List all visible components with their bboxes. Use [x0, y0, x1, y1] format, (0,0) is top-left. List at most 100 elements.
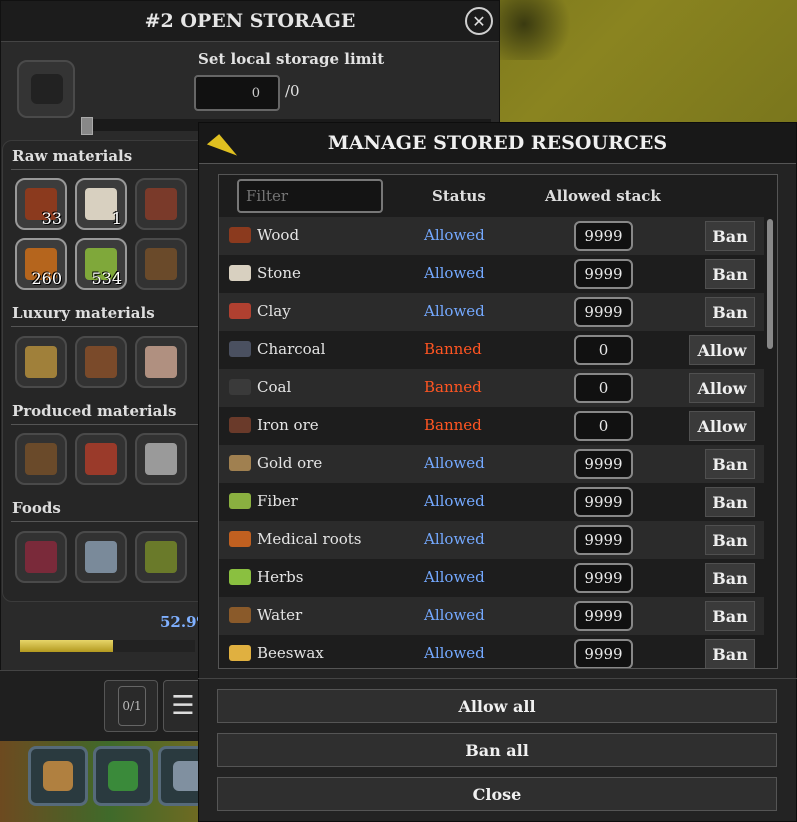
resource-slot[interactable] [75, 531, 127, 583]
slider-handle[interactable] [81, 117, 93, 135]
allow-button[interactable]: Allow [689, 411, 755, 441]
furniture-icon [85, 346, 117, 378]
table-row: Wood Allowed 9999 Ban [219, 217, 764, 255]
build-icon [43, 761, 73, 791]
worker-count-button[interactable]: 0/1 [104, 680, 158, 732]
column-allowed-stack: Allowed stack [545, 187, 661, 205]
clay-icon [229, 303, 251, 319]
resource-slot[interactable] [15, 433, 67, 485]
gather-tool-button[interactable] [93, 746, 153, 806]
resource-slot[interactable]: 1 [75, 178, 127, 230]
divider [198, 678, 797, 679]
filter-input[interactable] [237, 179, 383, 213]
close-button[interactable]: Close [217, 777, 777, 811]
menu-icon[interactable]: ☰ [163, 680, 203, 732]
ban-button[interactable]: Ban [705, 525, 755, 555]
resource-status: Allowed [424, 644, 485, 662]
resource-slot[interactable] [75, 433, 127, 485]
allowed-stack-input[interactable]: 9999 [574, 259, 633, 289]
resource-name: Iron ore [257, 416, 319, 434]
allowed-stack-input[interactable]: 9999 [574, 221, 633, 251]
resource-name: Gold ore [257, 454, 323, 472]
gold-ore-icon [229, 455, 251, 471]
ban-button[interactable]: Ban [705, 563, 755, 593]
storage-limit-max: /0 [285, 82, 300, 100]
allowed-stack-input[interactable]: 9999 [574, 525, 633, 555]
resource-name: Clay [257, 302, 291, 320]
resource-slot[interactable] [135, 336, 187, 388]
ban-button[interactable]: Ban [705, 639, 755, 668]
resource-status: Allowed [424, 530, 485, 548]
resource-slot[interactable] [135, 178, 187, 230]
allow-all-button[interactable]: Allow all [217, 689, 777, 723]
table-row: Medical roots Allowed 9999 Ban [219, 521, 764, 559]
table-row: Iron ore Banned 0 Allow [219, 407, 764, 445]
allowed-stack-input[interactable]: 9999 [574, 563, 633, 593]
ban-button[interactable]: Ban [705, 449, 755, 479]
scrollbar[interactable] [767, 219, 773, 349]
resource-name: Fiber [257, 492, 298, 510]
table-row: Beeswax Allowed 9999 Ban [219, 635, 764, 668]
resource-name: Charcoal [257, 340, 326, 358]
storage-header: #2 OPEN STORAGE ✕ [1, 1, 499, 42]
close-icon[interactable]: ✕ [465, 7, 493, 35]
resource-name: Wood [257, 226, 300, 244]
ban-button[interactable]: Ban [705, 259, 755, 289]
allowed-stack-input[interactable]: 9999 [574, 487, 633, 517]
allow-button[interactable]: Allow [689, 373, 755, 403]
resource-slot[interactable] [15, 531, 67, 583]
allowed-stack-input[interactable]: 9999 [574, 601, 633, 631]
iron-bars-icon [145, 443, 177, 475]
allowed-stack-input[interactable]: 0 [574, 335, 633, 365]
resource-slot[interactable] [15, 336, 67, 388]
resource-status: Banned [424, 378, 482, 396]
ban-button[interactable]: Ban [705, 487, 755, 517]
category-produced-materials: Produced materials [12, 402, 177, 420]
clay-icon [145, 188, 177, 220]
table-row: Water Allowed 9999 Ban [219, 597, 764, 635]
ban-button[interactable]: Ban [705, 221, 755, 251]
water-icon [145, 248, 177, 280]
table-row: Stone Allowed 9999 Ban [219, 255, 764, 293]
category-raw-materials: Raw materials [12, 147, 133, 165]
allowed-stack-input[interactable]: 0 [574, 373, 633, 403]
ban-button[interactable]: Ban [705, 601, 755, 631]
materials-list: Raw materials 33 1 260 534 Luxury materials… [2, 140, 214, 602]
storage-limit-label: Set local storage limit [198, 50, 385, 68]
ban-button[interactable]: Ban [705, 297, 755, 327]
cloth-icon [145, 346, 177, 378]
divider [11, 169, 206, 170]
candles-icon [25, 346, 57, 378]
resource-table: Status Allowed stack WoodAllowed9999BanS… [218, 174, 778, 669]
beeswax-icon [229, 645, 251, 661]
terrain-detail [500, 0, 580, 60]
storage-fill-bar [20, 640, 113, 652]
resource-slot[interactable]: 260 [15, 238, 67, 290]
allow-button[interactable]: Allow [689, 335, 755, 365]
ban-all-button[interactable]: Ban all [217, 733, 777, 767]
resource-slot[interactable]: 33 [15, 178, 67, 230]
wood-icon [229, 227, 251, 243]
build-tool-button[interactable] [28, 746, 88, 806]
resource-slot[interactable] [135, 433, 187, 485]
resource-status: Banned [424, 416, 482, 434]
storage-limit-input[interactable]: 0 [194, 75, 280, 111]
resource-slot[interactable] [135, 238, 187, 290]
category-luxury-materials: Luxury materials [12, 304, 155, 322]
allowed-stack-input[interactable]: 9999 [574, 449, 633, 479]
allowed-stack-input[interactable]: 9999 [574, 639, 633, 668]
resource-name: Beeswax [257, 644, 324, 662]
slot-count: 260 [31, 269, 62, 288]
resource-slot[interactable]: 534 [75, 238, 127, 290]
iron-ore-icon [229, 417, 251, 433]
stone-icon [229, 265, 251, 281]
planks-icon [25, 443, 57, 475]
allowed-stack-input[interactable]: 0 [574, 411, 633, 441]
allowed-stack-input[interactable]: 9999 [574, 297, 633, 327]
resource-status: Allowed [424, 226, 485, 244]
resource-slot[interactable] [75, 336, 127, 388]
fish-icon [85, 541, 117, 573]
coal-icon [229, 379, 251, 395]
resource-slot[interactable] [135, 531, 187, 583]
manage-title: MANAGE STORED RESOURCES [327, 132, 668, 154]
